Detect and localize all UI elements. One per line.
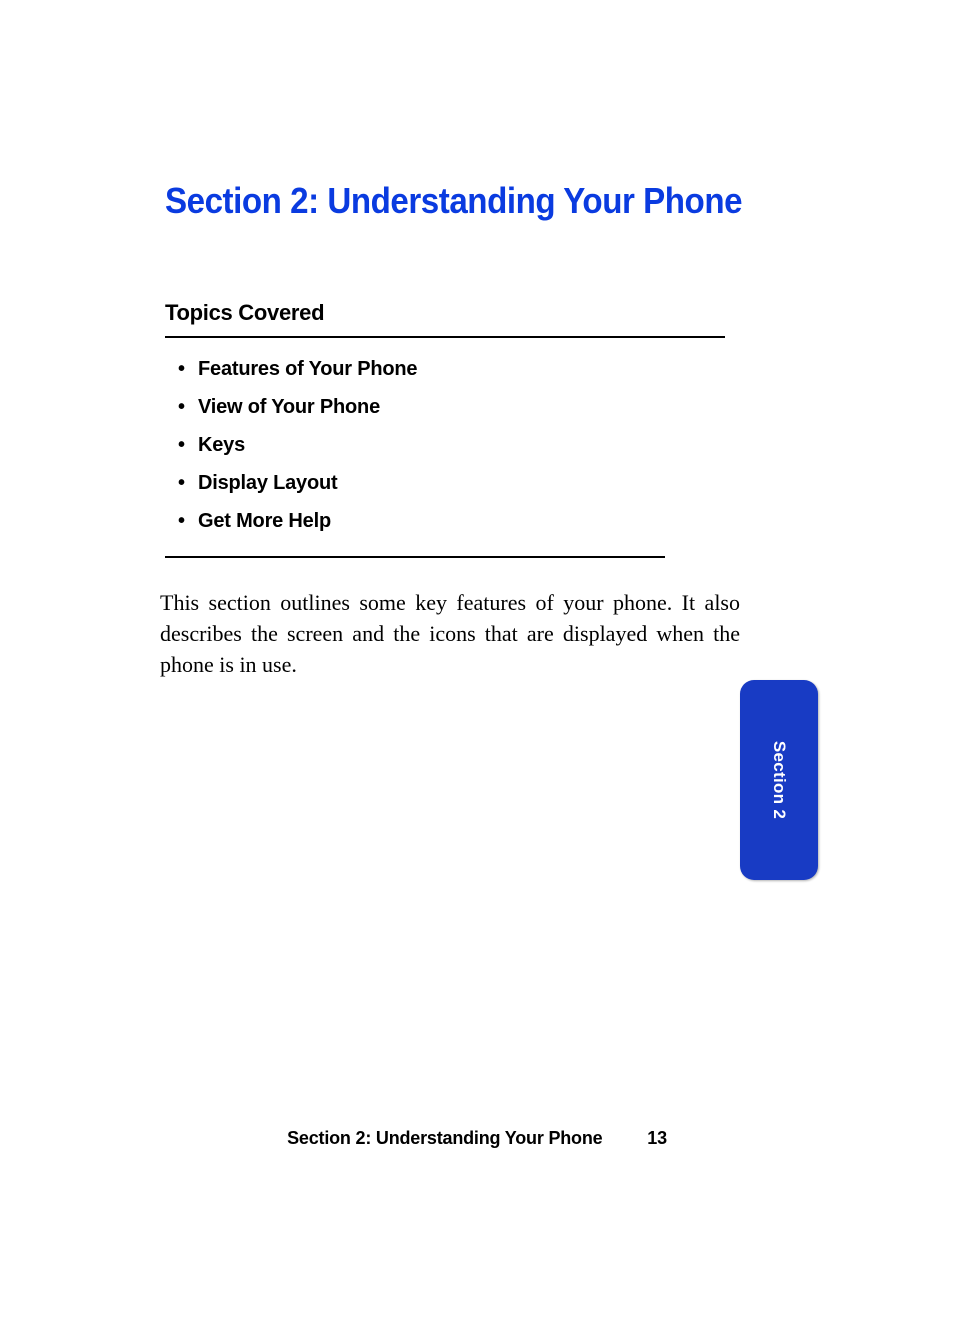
- footer-section-title: Section 2: Understanding Your Phone: [287, 1128, 602, 1148]
- topics-list-item: Get More Help: [178, 510, 417, 533]
- page-footer: Section 2: Understanding Your Phone 13: [0, 1128, 954, 1149]
- section-tab-label: Section 2: [769, 741, 789, 819]
- topics-covered-heading: Topics Covered: [165, 300, 324, 326]
- topics-list-item: Display Layout: [178, 472, 417, 495]
- body-paragraph: This section outlines some key features …: [160, 588, 740, 680]
- page: Section 2: Understanding Your Phone Topi…: [0, 0, 954, 1319]
- section-title: Section 2: Understanding Your Phone: [165, 180, 742, 222]
- horizontal-rule-top: [165, 336, 725, 338]
- topics-list-item: Keys: [178, 434, 417, 457]
- footer-page-number: 13: [647, 1128, 667, 1149]
- topics-list-item: View of Your Phone: [178, 396, 417, 419]
- topics-list: Features of Your Phone View of Your Phon…: [178, 358, 417, 548]
- horizontal-rule-bottom: [165, 556, 665, 558]
- section-tab: Section 2: [740, 680, 818, 880]
- topics-list-item: Features of Your Phone: [178, 358, 417, 381]
